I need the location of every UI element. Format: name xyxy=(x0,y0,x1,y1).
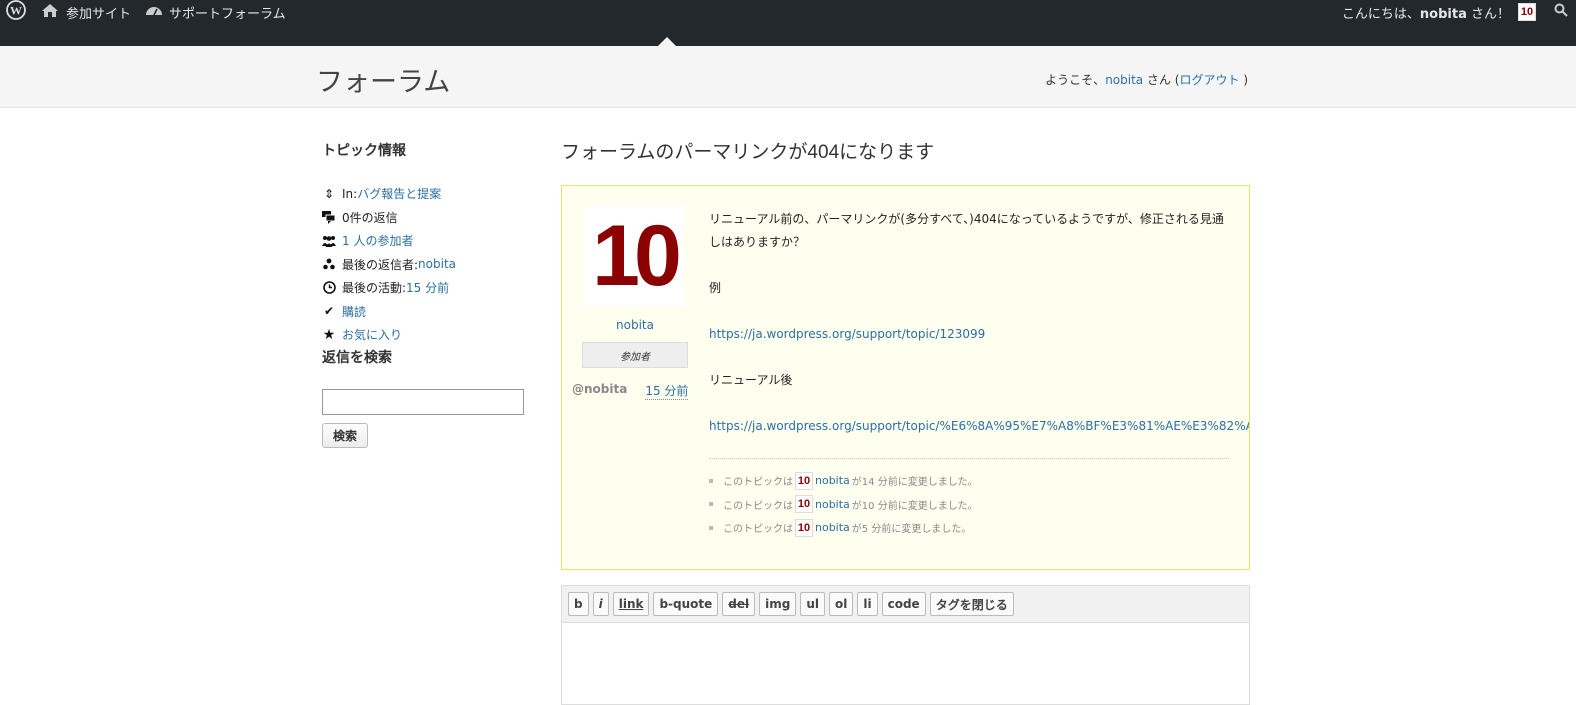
author-handle: @nobita xyxy=(572,382,628,396)
new-url-link[interactable]: https://ja.wordpress.org/support/topic/%… xyxy=(709,419,1249,433)
forum-header: フォーラム ようこそ、nobita さん (ログアウト ) xyxy=(0,46,1576,108)
topic-subscribe: ✔ 購読 xyxy=(322,300,532,324)
user-avatar[interactable]: 10 xyxy=(1518,3,1536,21)
post-permalink[interactable]: 15 分前 xyxy=(645,382,689,400)
blockquote-button[interactable]: b-quote xyxy=(653,592,719,616)
revision-avatar[interactable]: 10 xyxy=(795,495,813,514)
subscribe-link[interactable]: 購読 xyxy=(342,303,366,320)
sort-icon: ⇕ xyxy=(323,186,335,201)
topic-favorite: ★ お気に入り xyxy=(322,323,532,347)
strikethrough-button[interactable]: del xyxy=(722,592,756,616)
list-item-button[interactable]: li xyxy=(857,592,878,616)
greeting-suffix: さん！ xyxy=(1466,6,1510,22)
speech-bubbles-icon xyxy=(322,210,336,224)
participants-link[interactable]: 1 人の参加者 xyxy=(342,232,413,249)
search-icon[interactable] xyxy=(1554,3,1568,21)
post-paragraph-2: 例 xyxy=(709,281,722,295)
revision-prefix: このトピックは xyxy=(723,524,793,536)
hierarchy-icon xyxy=(322,257,336,271)
editor-toolbar: b i link b-quote del img ul ol li code タ… xyxy=(562,586,1249,623)
topic-sidebar: トピック情報 ⇕ In: バグ報告と提案 0件の返信 1 人の参加者 最後の返信… xyxy=(322,140,532,448)
topic-forum: ⇕ In: バグ報告と提案 xyxy=(322,182,532,206)
topic-last-activity: 最後の活動: 15 分前 xyxy=(322,276,532,300)
reply-editor: b i link b-quote del img ul ol li code タ… xyxy=(561,585,1250,705)
author-name-link[interactable]: nobita xyxy=(562,318,708,332)
revision-item: このトピックは 10 nobita が5 分前に変更しました。 xyxy=(721,516,1229,540)
close-tags-button[interactable]: タグを閉じる xyxy=(929,592,1014,616)
forum-link[interactable]: バグ報告と提案 xyxy=(357,185,441,202)
forum-prefix: In: xyxy=(342,186,358,201)
welcome-mid: さん ( xyxy=(1143,73,1180,87)
checkmark-icon: ✔ xyxy=(323,304,335,319)
last-reply-user-link[interactable]: nobita xyxy=(418,257,456,271)
my-sites-label: 参加サイト xyxy=(66,6,132,22)
author-avatar-text: 10 xyxy=(592,208,682,304)
post-paragraph-3: リニューアル後 xyxy=(709,373,793,387)
last-activity-prefix: 最後の活動: xyxy=(342,281,407,296)
star-icon: ★ xyxy=(322,326,336,343)
reply-textarea[interactable] xyxy=(562,623,1249,704)
dashboard-icon xyxy=(145,2,163,22)
topic-participants: 1 人の参加者 xyxy=(322,229,532,253)
logout-link[interactable]: ログアウト xyxy=(1179,73,1239,87)
admin-bar: W 参加サイト サポートフォーラム こんにちは、nobita さん！ 10 xyxy=(0,0,1576,46)
favorite-link[interactable]: お気に入り xyxy=(342,326,402,343)
revision-user-link[interactable]: nobita xyxy=(815,474,850,487)
bold-button[interactable]: b xyxy=(568,592,589,616)
svg-text:W: W xyxy=(10,4,22,18)
last-reply-prefix: 最後の返信者: xyxy=(342,257,419,272)
support-forum-menu[interactable]: サポートフォーラム xyxy=(145,2,286,22)
replies-count: 0件の返信 xyxy=(342,210,398,225)
greeting-name: nobita xyxy=(1419,6,1467,22)
revision-prefix: このトピックは xyxy=(723,477,793,489)
group-icon xyxy=(322,234,336,248)
welcome-user-link[interactable]: nobita xyxy=(1105,73,1143,87)
welcome-end: ) xyxy=(1243,73,1248,87)
code-button[interactable]: code xyxy=(881,592,926,616)
revision-user-link[interactable]: nobita xyxy=(815,498,850,511)
ordered-list-button[interactable]: ol xyxy=(829,592,854,616)
my-sites-menu[interactable]: 参加サイト xyxy=(40,2,131,22)
support-forum-label: サポートフォーラム xyxy=(169,6,286,22)
last-activity-link[interactable]: 15 分前 xyxy=(406,279,449,296)
revision-item: このトピックは 10 nobita が14 分前に変更しました。 xyxy=(721,469,1229,493)
post-meta: @nobita 15 分前 xyxy=(572,382,712,400)
revision-suffix: が5 分前に変更しました。 xyxy=(851,524,972,536)
wordpress-logo-icon[interactable]: W xyxy=(6,0,26,24)
revision-item: このトピックは 10 nobita が10 分前に変更しました。 xyxy=(721,493,1229,517)
post-content: リニューアル前の、パーマリンクが(多分すべて、)404になっているようですが、修… xyxy=(709,208,1249,438)
topic-replies: 0件の返信 xyxy=(322,206,532,230)
revision-avatar[interactable]: 10 xyxy=(795,471,813,490)
revision-user-link[interactable]: nobita xyxy=(815,521,850,534)
unordered-list-button[interactable]: ul xyxy=(800,592,826,616)
welcome-prefix: ようこそ、 xyxy=(1045,73,1106,87)
image-button[interactable]: img xyxy=(759,592,797,616)
topic-info-heading: トピック情報 xyxy=(322,143,406,159)
account-menu[interactable]: こんにちは、nobita さん！ xyxy=(1342,3,1510,22)
revision-log: このトピックは 10 nobita が14 分前に変更しました。 このトピックは … xyxy=(709,458,1229,540)
author-role-badge: 参加者 xyxy=(582,342,688,368)
topic-post: 10 nobita 参加者 @nobita 15 分前 リニューアル前の、パーマ… xyxy=(561,185,1250,570)
greeting-prefix: こんにちは、 xyxy=(1341,6,1420,22)
revision-avatar[interactable]: 10 xyxy=(795,518,813,537)
post-paragraph-1: リニューアル前の、パーマリンクが(多分すべて、)404になっているようですが、修… xyxy=(709,212,1224,249)
old-url-link[interactable]: https://ja.wordpress.org/support/topic/1… xyxy=(709,327,985,341)
clock-icon xyxy=(322,281,336,295)
topic-title: フォーラムのパーマリンクが404になります xyxy=(561,142,935,163)
author-avatar[interactable]: 10 xyxy=(584,206,684,306)
welcome-text: ようこそ、nobita さん (ログアウト ) xyxy=(1045,71,1248,88)
topic-info-list: ⇕ In: バグ報告と提案 0件の返信 1 人の参加者 最後の返信者: nobi… xyxy=(322,182,532,347)
search-replies-input[interactable] xyxy=(322,388,524,415)
sites-icon xyxy=(40,2,60,22)
forum-title[interactable]: フォーラム xyxy=(316,60,450,99)
active-menu-indicator xyxy=(658,37,676,46)
revision-prefix: このトピックは xyxy=(723,500,793,512)
revision-suffix: が10 分前に変更しました。 xyxy=(851,500,978,512)
topic-last-reply: 最後の返信者: nobita xyxy=(322,253,532,277)
link-button[interactable]: link xyxy=(612,592,650,616)
search-replies-heading: 返信を検索 xyxy=(322,349,392,366)
italic-button[interactable]: i xyxy=(592,592,609,616)
revision-suffix: が14 分前に変更しました。 xyxy=(851,477,978,489)
search-button[interactable]: 検索 xyxy=(322,422,369,448)
